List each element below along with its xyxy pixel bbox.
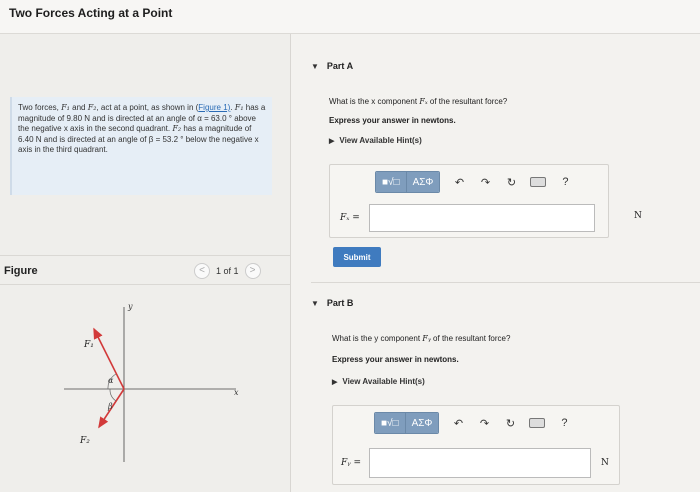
- templates-button[interactable]: ■√□: [376, 172, 407, 192]
- problem-text-3: , act at a point, as shown in (: [96, 103, 199, 112]
- part-a-question-text-2: of the resultant force?: [427, 97, 508, 106]
- part-b-unit: N: [601, 458, 609, 468]
- part-a-math-group: ■√□ ΑΣΦ: [375, 171, 441, 193]
- pager-text: 1 of 1: [216, 266, 239, 276]
- page-title: Two Forces Acting at a Point: [9, 6, 173, 20]
- figure-link[interactable]: Figure 1): [198, 103, 230, 112]
- part-a-answer-label: Fₓ =: [340, 213, 360, 223]
- keyboard-icon[interactable]: [529, 418, 546, 428]
- part-b-toolbar: ■√□ ΑΣΦ ↶ ↷ ↻ ?: [374, 409, 571, 437]
- symbols-button[interactable]: ΑΣΦ: [406, 172, 440, 192]
- undo-icon[interactable]: ↶: [451, 417, 465, 430]
- triangle-right-icon: ▶: [332, 378, 338, 386]
- part-a-toolbar: ■√□ ΑΣΦ ↶ ↷ ↻ ?: [375, 168, 572, 196]
- problem-statement: Two forces, F₁ and F₂ , act at a point, a…: [10, 97, 272, 195]
- part-b-question: What is the y component Fᵧ of the result…: [332, 334, 510, 343]
- part-a-header[interactable]: ▼ Part A: [311, 61, 353, 71]
- f1-symbol-2: F₁: [234, 103, 244, 112]
- help-icon[interactable]: ?: [558, 176, 572, 188]
- f2-symbol-2: F₂: [172, 124, 182, 134]
- triangle-right-icon: ▶: [329, 137, 335, 145]
- part-b-heading: Part B: [326, 298, 354, 308]
- part-b-hint-label: View Available Hint(s): [342, 377, 425, 386]
- part-a-answer-box: ■√□ ΑΣΦ ↶ ↷ ↻ ? Fₓ = N: [329, 164, 642, 238]
- right-column: ▼ Part A What is the x component Fₓ of t…: [291, 34, 700, 492]
- part-b-question-text-2: of the resultant force?: [430, 334, 511, 343]
- reset-icon[interactable]: ↻: [503, 417, 517, 430]
- alpha-label: α: [108, 376, 114, 385]
- figure-label: Figure: [4, 265, 38, 277]
- x-axis-label: x: [234, 388, 239, 397]
- beta-arc: [109, 388, 117, 402]
- symbols-button[interactable]: ΑΣΦ: [405, 413, 439, 433]
- part-b-header[interactable]: ▼ Part B: [311, 298, 353, 308]
- part-a-heading: Part A: [326, 61, 354, 71]
- part-b-question-text-1: What is the y component: [332, 334, 423, 343]
- y-axis-label: y: [127, 302, 133, 311]
- part-b-answer-label: Fᵧ =: [341, 458, 362, 468]
- part-b-instruction: Express your answer in newtons.: [332, 355, 459, 364]
- caret-down-icon: ▼: [311, 61, 319, 71]
- reset-icon[interactable]: ↻: [504, 176, 518, 189]
- title-bar: Two Forces Acting at a Point: [0, 0, 700, 34]
- prev-figure-button[interactable]: <: [194, 263, 210, 279]
- problem-text-1: Two forces,: [18, 103, 62, 112]
- part-b-answer-input[interactable]: [369, 448, 591, 478]
- help-icon[interactable]: ?: [557, 417, 571, 429]
- force-diagram: y x α β F₁ F₂: [64, 297, 264, 467]
- part-b-answer-box: ■√□ ΑΣΦ ↶ ↷ ↻ ? Fᵧ = N: [332, 405, 620, 485]
- redo-icon[interactable]: ↷: [478, 176, 492, 189]
- part-a-hint-label: View Available Hint(s): [339, 136, 422, 145]
- f1-label: F₁: [83, 340, 94, 350]
- part-b-math-group: ■√□ ΑΣΦ: [374, 412, 440, 434]
- page: Two Forces Acting at a Point Two forces,…: [0, 0, 700, 492]
- figure-bar: Figure < 1 of 1 >: [0, 255, 290, 285]
- part-a-answer-input[interactable]: [369, 204, 595, 232]
- f1-symbol: F₁: [61, 103, 70, 112]
- next-figure-button[interactable]: >: [244, 263, 261, 279]
- force-diagram-svg: y x α β F₁ F₂: [64, 302, 239, 462]
- f2-label: F₂: [79, 436, 90, 446]
- submit-button[interactable]: Submit: [333, 247, 381, 267]
- part-a-question-var: Fₓ: [419, 97, 428, 106]
- beta-label: β: [107, 402, 113, 411]
- part-divider: [311, 282, 700, 283]
- keyboard-icon[interactable]: [530, 177, 547, 187]
- redo-icon[interactable]: ↷: [477, 417, 491, 430]
- part-a-unit: N: [634, 211, 642, 221]
- part-a-question-text-1: What is the x component: [329, 97, 420, 106]
- part-a-question: What is the x component Fₓ of the result…: [329, 97, 507, 106]
- templates-button[interactable]: ■√□: [375, 413, 406, 433]
- part-b-question-var: Fᵧ: [422, 334, 431, 343]
- part-b-hint-toggle[interactable]: ▶ View Available Hint(s): [332, 377, 425, 386]
- caret-down-icon: ▼: [311, 298, 319, 308]
- undo-icon[interactable]: ↶: [452, 176, 466, 189]
- figure-pager: < 1 of 1 >: [194, 262, 261, 280]
- problem-text-2: and: [69, 103, 88, 112]
- part-a-hint-toggle[interactable]: ▶ View Available Hint(s): [329, 136, 422, 145]
- part-a-instruction: Express your answer in newtons.: [329, 116, 456, 125]
